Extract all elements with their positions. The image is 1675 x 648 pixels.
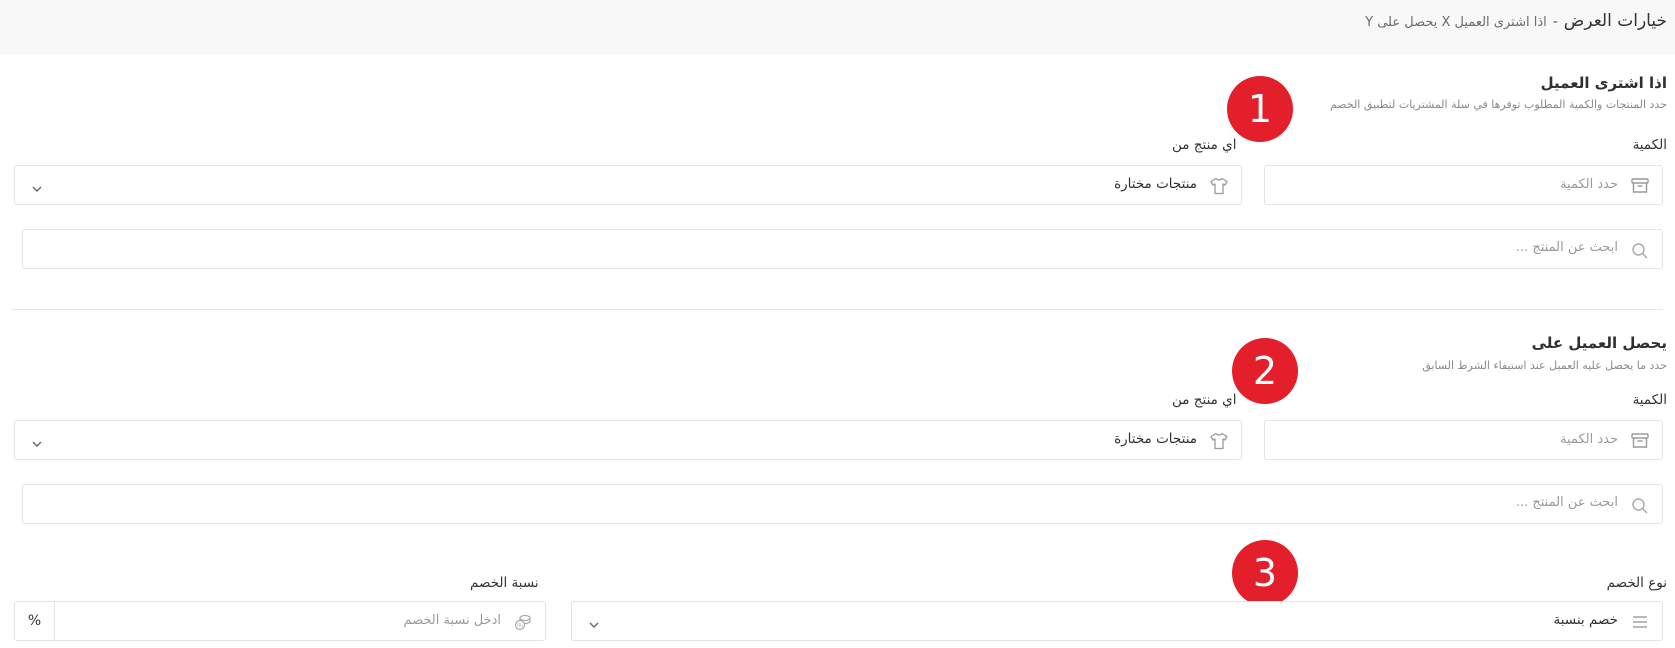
buy-quantity-placeholder: حدد الكمية [1560,177,1618,192]
box-icon [1630,431,1650,451]
tshirt-icon [1209,431,1229,451]
list-icon [1630,612,1650,632]
discount-rate-input[interactable]: % % ادخل نسبة الخصم [14,601,546,641]
buy-product-label: اي منتج من [1172,137,1237,153]
get-product-search[interactable]: ابحث عن المنتج ... [22,484,1663,524]
get-quantity-placeholder: حدد الكمية [1560,432,1618,447]
discount-type-label: نوع الخصم [1606,575,1667,591]
step-badge-3: 3 [1232,540,1298,606]
title-separator: - [1552,14,1558,30]
page-title: خيارات العرض [1563,11,1667,31]
get-quantity-input[interactable]: حدد الكمية [1264,420,1663,460]
buy-section-description: حدد المنتجات والكمية المطلوب توفرها في س… [1329,98,1667,111]
discount-rate-placeholder: ادخل نسبة الخصم [403,613,501,628]
search-icon [1630,496,1650,516]
chevron-down-icon[interactable] [31,435,43,447]
section-divider [12,309,1663,310]
buy-search-placeholder: ابحث عن المنتج ... [1515,240,1618,255]
buy-quantity-label: الكمية [1632,137,1667,153]
chevron-down-icon[interactable] [588,616,600,628]
get-product-label: اي منتج من [1172,392,1237,408]
get-section-title: يحصل العميل على [1531,334,1667,352]
get-quantity-label: الكمية [1632,392,1667,408]
buy-product-select[interactable]: منتجات مختارة [14,165,1242,205]
tshirt-icon [1209,176,1229,196]
get-product-value: منتجات مختارة [1114,431,1197,447]
discount-type-value: خصم بنسبة [1553,612,1618,628]
coins-icon: % [513,612,533,632]
buy-product-search[interactable]: ابحث عن المنتج ... [22,229,1663,269]
percent-unit: % [15,602,55,640]
step-badge-2: 2 [1232,338,1298,404]
buy-section-title: اذا اشترى العميل [1540,74,1667,92]
discount-type-select[interactable]: خصم بنسبة [571,601,1663,641]
chevron-down-icon[interactable] [31,180,43,192]
get-section-description: حدد ما يحصل عليه العميل عند استيفاء الشر… [1422,359,1667,372]
page-subtitle: اذا اشترى العميل X يحصل على Y [1365,15,1547,30]
buy-quantity-input[interactable]: حدد الكمية [1264,165,1663,205]
header-title: خيارات العرض - اذا اشترى العميل X يحصل ع… [1365,11,1667,31]
svg-text:%: % [517,623,523,630]
box-icon [1630,176,1650,196]
get-product-select[interactable]: منتجات مختارة [14,420,1242,460]
buy-product-value: منتجات مختارة [1114,176,1197,192]
discount-rate-label: نسبة الخصم [470,575,539,591]
get-search-placeholder: ابحث عن المنتج ... [1515,495,1618,510]
search-icon [1630,241,1650,261]
step-badge-1: 1 [1227,76,1293,142]
page-header: خيارات العرض - اذا اشترى العميل X يحصل ع… [0,0,1675,54]
